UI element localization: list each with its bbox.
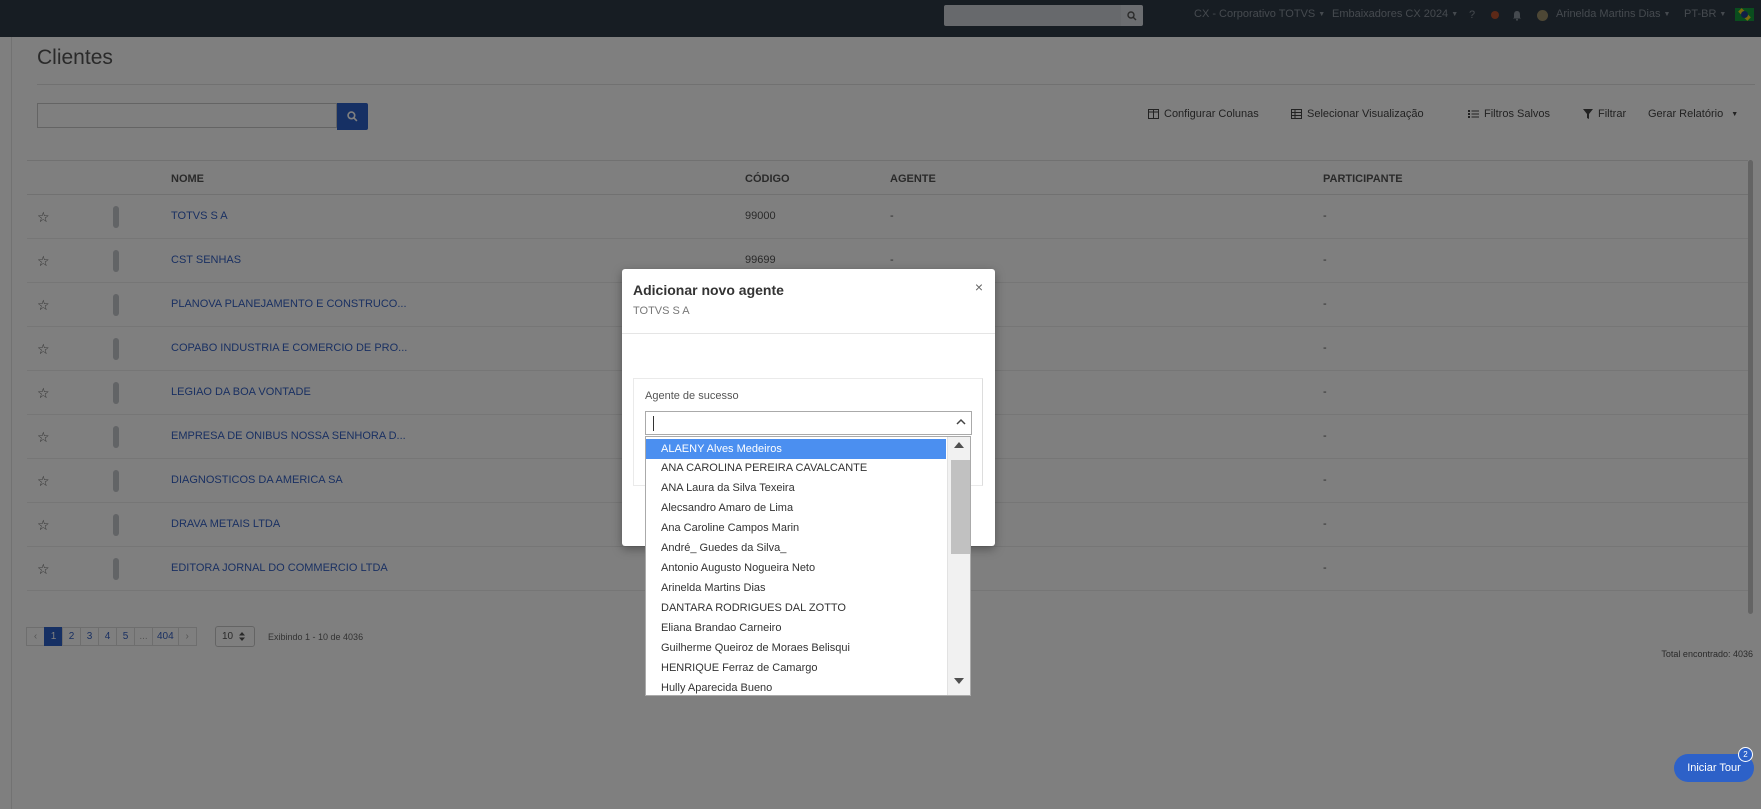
success-agent-search-input[interactable] bbox=[645, 411, 972, 435]
list-item[interactable]: Ana Caroline Campos Marin bbox=[646, 518, 946, 538]
scroll-thumb[interactable] bbox=[951, 460, 970, 554]
chevron-up-icon[interactable] bbox=[956, 417, 966, 427]
list-item[interactable]: Eliana Brandao Carneiro bbox=[646, 618, 946, 638]
list-item[interactable]: Hully Aparecida Bueno bbox=[646, 678, 946, 695]
list-item[interactable]: ANA Laura da Silva Texeira bbox=[646, 478, 946, 498]
modal-subtitle: TOTVS S A bbox=[633, 305, 690, 317]
close-icon[interactable]: × bbox=[975, 279, 983, 295]
divider bbox=[622, 333, 995, 334]
list-item[interactable]: HENRIQUE Ferraz de Camargo bbox=[646, 658, 946, 678]
list-item[interactable]: Antonio Augusto Nogueira Neto bbox=[646, 558, 946, 578]
list-item[interactable]: ALAENY Alves Medeiros bbox=[646, 439, 946, 459]
scroll-up-arrow-icon[interactable] bbox=[953, 441, 965, 449]
tour-badge: 2 bbox=[1738, 747, 1753, 762]
text-cursor bbox=[653, 416, 654, 431]
list-scrollbar[interactable] bbox=[947, 437, 970, 695]
list-item[interactable]: ANA CAROLINA PEREIRA CAVALCANTE bbox=[646, 458, 946, 478]
list-item[interactable]: DANTARA RODRIGUES DAL ZOTTO bbox=[646, 598, 946, 618]
list-item[interactable]: Guilherme Queiroz de Moraes Belisqui bbox=[646, 638, 946, 658]
scroll-down-arrow-icon[interactable] bbox=[953, 677, 965, 685]
list-item[interactable]: André_ Guedes da Silva_ bbox=[646, 538, 946, 558]
modal-title: Adicionar novo agente bbox=[633, 282, 784, 298]
success-agent-label: Agente de sucesso bbox=[645, 390, 739, 402]
list-item[interactable]: Alecsandro Amaro de Lima bbox=[646, 498, 946, 518]
agent-options-list: ALAENY Alves Medeiros ANA CAROLINA PEREI… bbox=[645, 436, 971, 696]
list-item[interactable]: Arinelda Martins Dias bbox=[646, 578, 946, 598]
